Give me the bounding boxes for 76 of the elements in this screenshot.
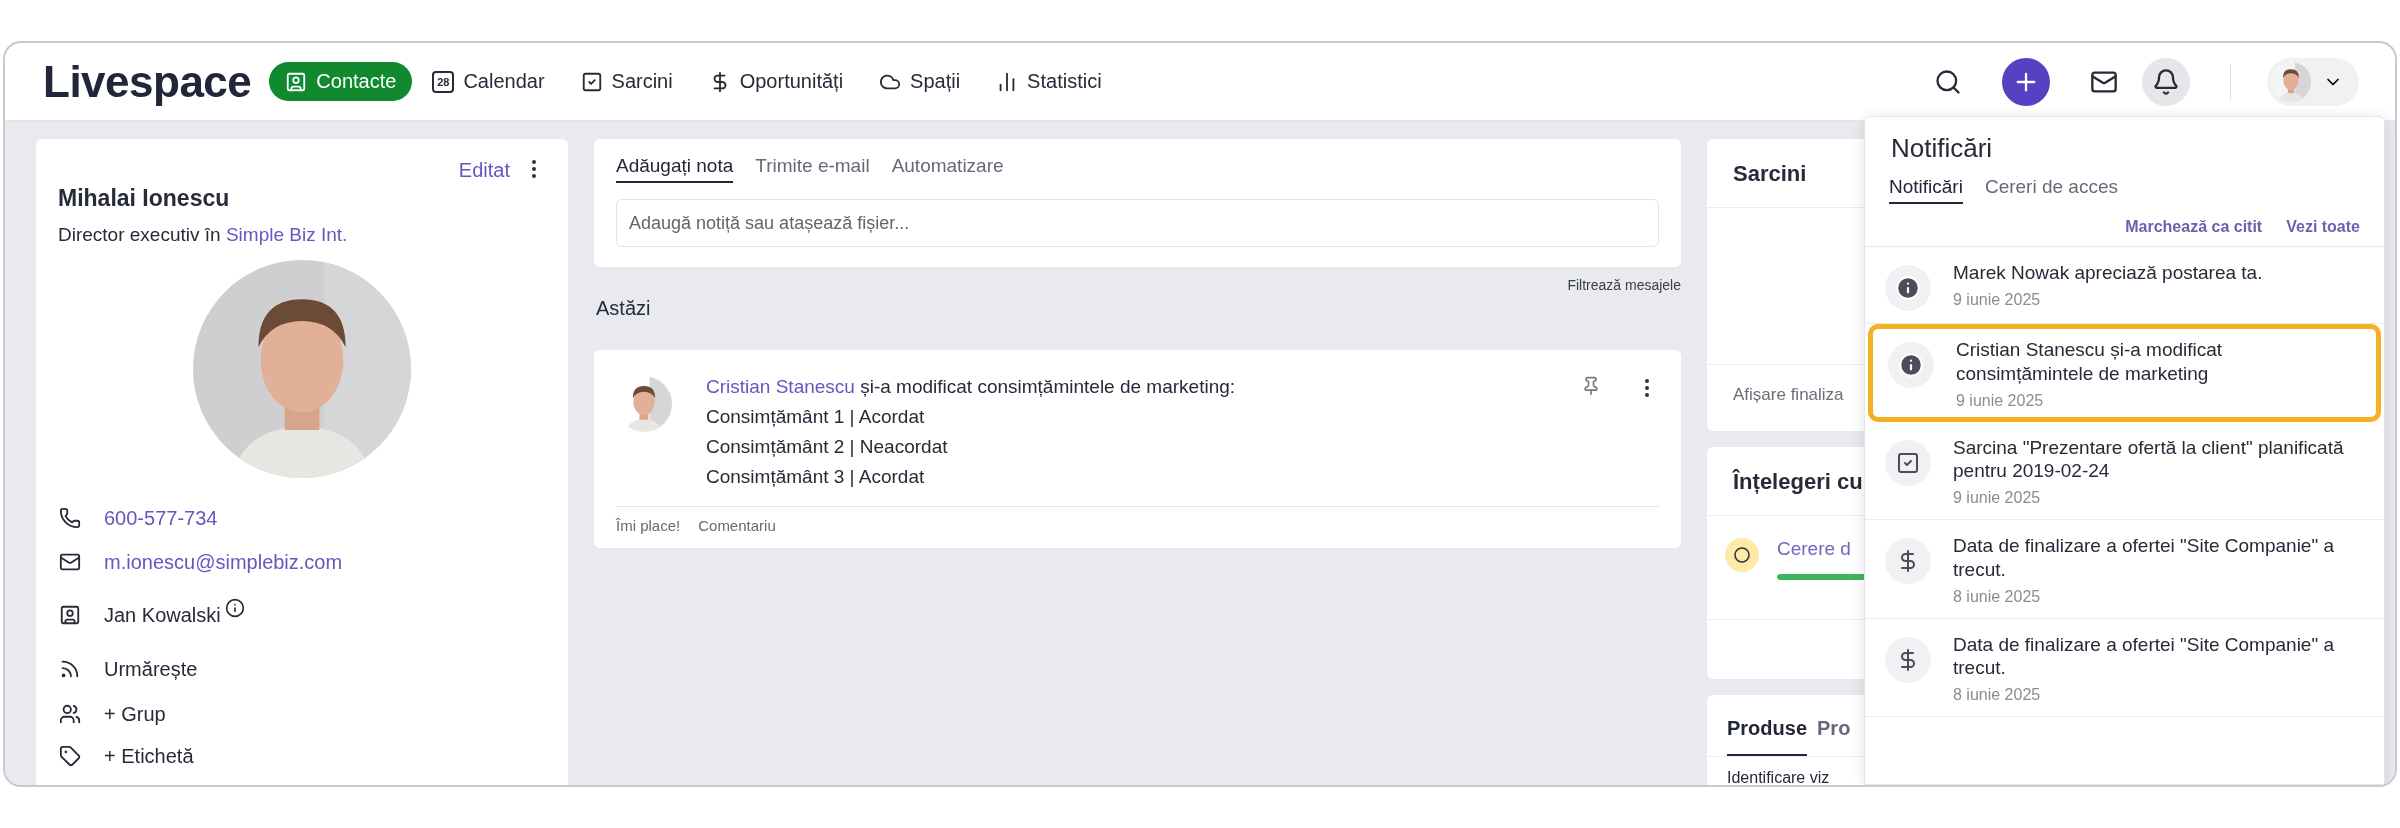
checkbox-icon [580,70,603,93]
notification-date: 9 iunie 2025 [1953,290,2042,309]
tag-icon [59,745,81,767]
owner-name: Jan Kowalski [104,603,221,627]
products-tab[interactable]: Produse [1727,717,1808,756]
notification-date: 8 iunie 2025 [1953,686,2042,704]
consent-line: Consimțământ 1 | Acordat [706,406,926,428]
nav-tab[interactable]: 28 Calendar [416,62,561,101]
info-icon [1895,275,1921,301]
notification-text: Data de finalizare a ofertei "Site Companie" a trecut. [1953,534,2336,582]
checkbox-icon [1896,450,1920,475]
notification-text: Marek Nowak apreciază postarea ta. [1953,261,2263,285]
panel-title: Notificări [1890,132,1994,164]
bell-icon [2152,67,2180,96]
show-completed-link[interactable]: Afișare finaliza [1733,385,1844,404]
products-tab[interactable]: Pro [1817,717,1851,756]
search-icon [1934,67,1962,96]
highlighted-notification[interactable]: Cristian Stanescu și-a modificat consimțămintele de marketing 9 iunie 2025 [1868,324,2381,422]
composer-tab[interactable]: Automatizare [891,155,1004,183]
user-menu-button[interactable] [2267,57,2359,106]
contact-name: Mihalai Ionescu [58,185,231,212]
add-button[interactable] [2002,57,2050,106]
consent-line: Consimțământ 3 | Acordat [706,466,926,488]
user-icon [59,604,81,626]
notification-date: 9 iunie 2025 [1956,391,2045,410]
post-action[interactable]: Comentariu [698,517,776,534]
author-link[interactable]: Cristian Stanescu [706,376,855,397]
phone-link[interactable]: 600-577-734 [104,506,218,530]
info-icon[interactable] [224,598,245,618]
notifications-button[interactable] [2142,57,2190,106]
notification-item[interactable]: Data de finalizare a ofertei "Site Companie" a trecut. 8 iunie 2025 [1865,618,2384,717]
notification-date: 8 iunie 2025 [1953,587,2042,606]
rss-icon [59,658,81,680]
consent-line: Consimțământ 2 | Neacordat [706,436,949,458]
edit-link[interactable]: Editat [458,158,510,182]
panel-tab[interactable]: Cereri de acces [1984,176,2118,204]
phone-icon [59,507,81,529]
nav-tab[interactable]: Spații [863,62,977,101]
calendar-icon: 28 [432,70,455,93]
notification-text: Cristian Stanescu și-a modificat consimțămintele de marketing [1956,338,2224,386]
logo[interactable]: Livespace [43,56,252,107]
status-icon [1725,538,1759,572]
panel-action-link[interactable]: Vezi toate [2286,218,2360,236]
notification-item[interactable]: Sarcina "Prezentare ofertă la client" planificată pentru 2019-02-24 9 iunie 2025 [1865,421,2384,520]
group-icon [59,703,81,725]
detail-action[interactable]: Urmărește [104,657,198,681]
nav-tab[interactable]: Oportunități [692,62,860,101]
filter-link[interactable]: Filtrează mesajele [1567,277,1681,293]
email-link[interactable]: m.ionescu@simplebiz.com [104,550,343,574]
panel-tab[interactable]: Notificări [1889,176,1963,204]
note-input[interactable]: Adaugă notiță sau atașează fișier... [616,199,1659,247]
nav-tab[interactable]: Statistici [980,62,1118,101]
post-action[interactable]: Îmi place! [616,517,681,534]
notification-date: 9 iunie 2025 [1953,489,2042,507]
nav-tab[interactable]: Sarcini [564,62,689,101]
notification-item[interactable]: Marek Nowak apreciază postarea ta. 9 iunie 2025 [1865,247,2384,324]
nav-tab[interactable]: Contacte [269,62,413,101]
day-heading: Astăzi [596,297,652,320]
notification-item[interactable]: Data de finalizare a ofertei "Site Companie" a trecut. 8 iunie 2025 [1865,520,2384,619]
products-text: Identificare viz [1727,769,1830,785]
composer-tab[interactable]: Adăugați nota [616,155,734,183]
post-text: Cristian Stanescu și-a modificat consimțămintele de marketing: [706,376,1237,398]
card-title: Înțelegeri cu [1733,469,1863,494]
company-link[interactable]: Simple Biz Int. [225,224,348,245]
panel-action-link[interactable]: Marchează ca citit [2125,218,2263,236]
deal-link[interactable]: Cerere d [1777,538,1851,559]
contact-icon [285,70,308,93]
detail-action[interactable]: + Grup [104,702,166,726]
detail-action[interactable]: + Etichetă [104,744,194,768]
notification-text: Data de finalizare a ofertei "Site Companie" a trecut. [1953,632,2336,680]
card-title: Sarcini [1733,161,1807,186]
composer-tab[interactable]: Trimite e-mail [755,155,870,183]
info-icon [1898,352,1924,378]
notification-text: Sarcina "Prezentare ofertă la client" planificată pentru 2019-02-24 [1953,435,2345,483]
mail-icon [59,551,81,573]
job-title: Director executiv în Simple Biz Int. [58,224,349,246]
